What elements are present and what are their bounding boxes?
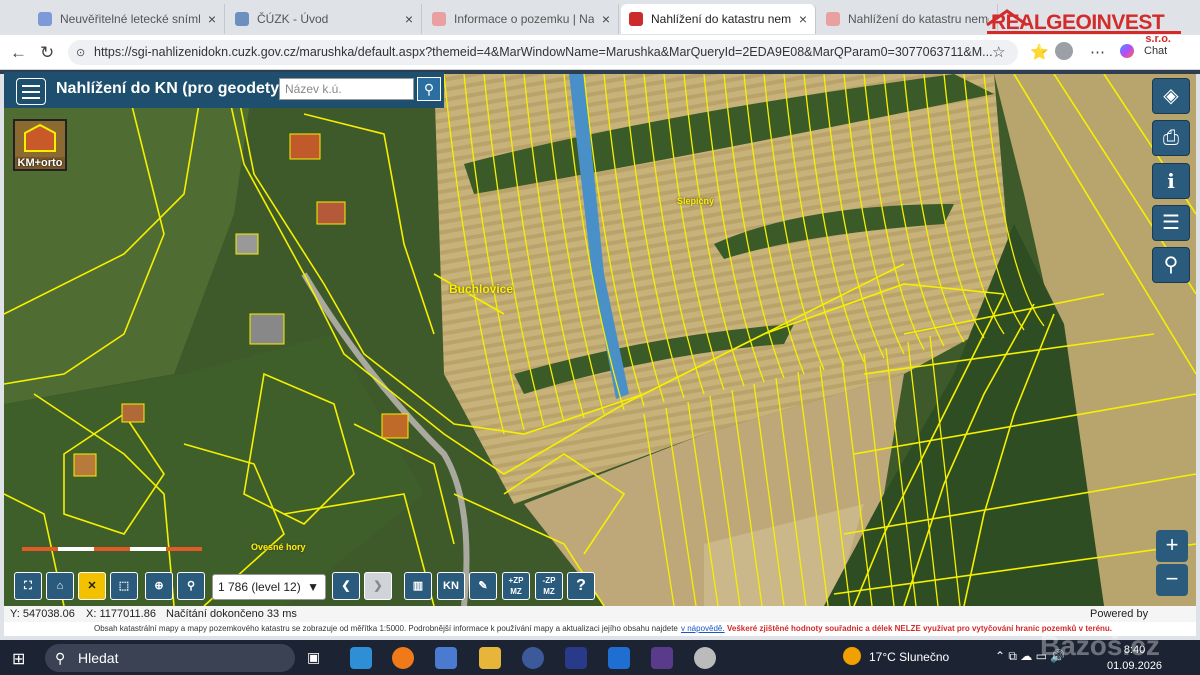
crosshair-icon: ⊕ <box>154 580 164 592</box>
store-icon[interactable] <box>435 647 457 669</box>
measure-button[interactable]: ▥ <box>404 572 432 600</box>
app-icon[interactable] <box>565 647 587 669</box>
watermark-logo: REALGEOINVEST s.r.o. <box>985 9 1185 49</box>
map-label-ovesne-hory: Ovesné hory <box>251 542 306 552</box>
locate-button[interactable]: ⊕ <box>145 572 173 600</box>
zoom-in-button[interactable]: + <box>1156 530 1188 562</box>
basemap-thumbnail-icon <box>15 121 65 157</box>
scale-bar <box>22 547 202 553</box>
next-view-button[interactable]: ❯ <box>364 572 392 600</box>
plus-icon: + <box>1165 532 1179 557</box>
layers-icon: ◈ <box>1163 85 1179 107</box>
map-label-buchlovice: Buchlovice <box>449 282 514 296</box>
browser-tab-2[interactable]: ČÚZK - Úvod × <box>227 4 422 34</box>
edge-browser-icon[interactable] <box>350 647 372 669</box>
map-label-slepicny: Slepičný <box>677 196 715 206</box>
chevron-left-icon: ❮ <box>341 580 351 592</box>
zoom-search-button[interactable]: ⚲ <box>1152 247 1190 283</box>
app-icon[interactable] <box>522 647 544 669</box>
print-button[interactable]: ⎙ <box>1152 120 1190 156</box>
browser-tab-4-active[interactable]: Nahlížení do katastru nemovito× <box>621 4 816 34</box>
zoom-out-button[interactable]: − <box>1156 564 1188 596</box>
cadastral-map[interactable]: Buchlovice Slepičný Ovesné hory <box>4 74 1196 606</box>
close-icon: ✕ <box>87 580 97 592</box>
printer-icon: ⎙ <box>1163 127 1179 149</box>
firefox-icon[interactable] <box>392 647 414 669</box>
task-view-icon[interactable]: ▣ <box>307 649 320 666</box>
magnifier-icon: ⚲ <box>1163 254 1179 276</box>
file-explorer-icon[interactable] <box>479 647 501 669</box>
close-icon[interactable]: × <box>602 11 610 27</box>
kn-button[interactable]: KN <box>437 572 465 600</box>
place-marker-button[interactable]: ⚲ <box>177 572 205 600</box>
tab-favicon-icon <box>629 12 643 26</box>
browser-tab-5[interactable]: Nahlížení do katastru nemovito <box>818 4 998 34</box>
search-icon: ⚲ <box>423 81 435 97</box>
site-info-icon[interactable]: ⊙ <box>76 46 85 59</box>
back-arrow-icon[interactable]: ← <box>10 43 27 63</box>
load-status: Načítání dokončeno 33 ms <box>166 608 297 620</box>
browser-tab-1[interactable]: Neuvěřitelné letecké snímky sv× <box>30 4 225 34</box>
home-icon: ⌂ <box>56 580 64 592</box>
search-button[interactable]: ⚲ <box>417 77 441 101</box>
previous-view-button[interactable]: ❮ <box>332 572 360 600</box>
help-button[interactable]: ? <box>567 572 595 600</box>
basemap-switch-button[interactable]: KM+orto <box>13 119 67 171</box>
draw-button[interactable]: ✎ <box>469 572 497 600</box>
url-field[interactable]: https://sgi-nahlizenidokn.cuzk.gov.cz/ma… <box>68 40 1018 65</box>
zoom-out-mz-button[interactable]: -ZP MZ <box>535 572 563 600</box>
full-extent-button[interactable]: ⛶ <box>14 572 42 600</box>
info-icon: i <box>1167 169 1175 193</box>
orthophoto-with-parcels <box>4 74 1196 606</box>
clear-selection-button[interactable]: ✕ <box>78 572 106 600</box>
bazos-watermark: Bazoš.cz <box>1040 630 1160 661</box>
home-button[interactable]: ⌂ <box>46 572 74 600</box>
reload-icon[interactable]: ↻ <box>40 43 54 63</box>
chevron-right-icon: ❯ <box>373 580 383 592</box>
fullscreen-icon: ⛶ <box>24 580 32 592</box>
mail-icon[interactable] <box>608 647 630 669</box>
app-title: Nahlížení do KN (pro geodety) <box>56 80 285 97</box>
coord-y: Y: 547038.06 <box>10 608 75 620</box>
app-header: Nahlížení do KN (pro geodety) Název k.ú.… <box>4 72 444 108</box>
tab-favicon-icon <box>235 12 249 26</box>
chevron-down-icon: ▼ <box>307 580 319 594</box>
close-icon[interactable]: × <box>405 11 413 27</box>
close-icon[interactable]: × <box>799 11 807 27</box>
zoom-in-mz-button[interactable]: +ZP MZ <box>502 572 530 600</box>
app-icon[interactable] <box>694 647 716 669</box>
taskbar-search[interactable]: ⚲ Hledat <box>45 644 295 672</box>
draw-icon: ✎ <box>478 580 488 592</box>
disclaimer: Obsah katastrální mapy a mapy pozemkovéh… <box>4 622 1196 636</box>
windows-start-icon[interactable]: ⊞ <box>12 649 25 669</box>
status-bar: Y: 547038.06 X: 1177011.86 Načítání doko… <box>4 606 1196 636</box>
ruler-icon: ▥ <box>412 580 424 592</box>
tab-favicon-icon <box>432 12 446 26</box>
legend-button[interactable]: ☰ <box>1152 205 1190 241</box>
map-pin-icon: ⚲ <box>186 580 196 592</box>
weather-sun-icon <box>843 647 861 665</box>
zoom-box-icon: ⬚ <box>118 580 130 592</box>
info-button[interactable]: i <box>1152 163 1190 199</box>
tab-favicon-icon <box>38 12 52 26</box>
zoom-box-button[interactable]: ⬚ <box>110 572 138 600</box>
browser-tab-3[interactable]: Informace o pozemku | Nahlíže× <box>424 4 619 34</box>
close-icon[interactable]: × <box>208 11 216 27</box>
menu-icon[interactable] <box>16 78 46 105</box>
layers-button[interactable]: ◈ <box>1152 78 1190 114</box>
cadastral-area-search-input[interactable]: Název k.ú. <box>279 78 414 100</box>
help-link[interactable]: v nápovědě. <box>681 622 725 636</box>
taskbar: ⊞ ⚲ Hledat ▣ 17°C Slunečno ⌃ ⧉ ☁ ▭ 🔊 8:40… <box>0 630 1200 675</box>
save-icon[interactable] <box>651 647 673 669</box>
tab-favicon-icon <box>826 12 840 26</box>
legend-icon: ☰ <box>1162 212 1180 234</box>
coord-x: X: 1177011.86 <box>86 608 156 620</box>
search-icon: ⚲ <box>55 650 66 666</box>
scale-level-select[interactable]: 1 786 (level 12) ▼ <box>212 574 326 600</box>
minus-icon: − <box>1165 566 1179 591</box>
